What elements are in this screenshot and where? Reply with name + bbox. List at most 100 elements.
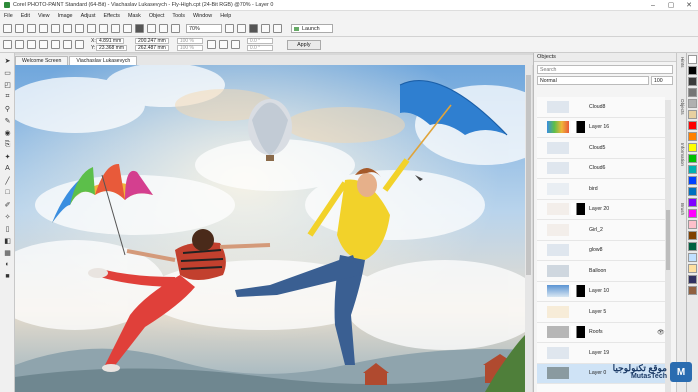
color-swatch[interactable] xyxy=(688,264,697,273)
mask-rectangle-icon[interactable]: ▭ xyxy=(3,68,12,77)
scrollbar-thumb[interactable] xyxy=(526,75,531,275)
apply-button[interactable]: Apply xyxy=(286,39,321,50)
layer-row[interactable]: glow8 xyxy=(537,241,665,261)
flip-vertical-icon[interactable] xyxy=(230,40,240,49)
rectangle-tool-icon[interactable]: □ xyxy=(3,188,12,197)
menu-edit[interactable]: Edit xyxy=(21,13,30,19)
fill-tool-icon[interactable]: ◧ xyxy=(3,236,12,245)
ellipse-mask-icon[interactable] xyxy=(15,40,24,49)
paste-icon[interactable] xyxy=(75,23,84,33)
menu-image[interactable]: Image xyxy=(58,13,73,19)
y-position-field[interactable]: 23.368 mm xyxy=(96,44,128,51)
color-swatch[interactable] xyxy=(688,275,697,284)
rulers-icon[interactable] xyxy=(273,23,282,33)
maximize-button[interactable]: ▢ xyxy=(662,0,680,11)
color-swatch[interactable] xyxy=(688,231,697,240)
rotate-icon[interactable] xyxy=(75,40,84,49)
crop-icon[interactable] xyxy=(159,23,168,33)
redo-icon[interactable] xyxy=(99,23,108,33)
menu-mask[interactable]: Mask xyxy=(128,13,141,19)
mask-transform-icon[interactable]: ◰ xyxy=(3,80,12,89)
mask-overlay-icon[interactable] xyxy=(249,23,258,33)
blend-mode-select[interactable]: Normal xyxy=(537,76,649,85)
color-replacer-icon[interactable]: ◐ xyxy=(3,260,12,269)
color-swatch[interactable] xyxy=(688,176,697,185)
color-swatch[interactable] xyxy=(688,286,697,295)
color-swatch-icon[interactable]: ■ xyxy=(3,272,12,281)
print-icon[interactable] xyxy=(39,23,48,33)
red-eye-icon[interactable]: ◉ xyxy=(3,128,12,137)
zoom-tool-icon[interactable]: ⚲ xyxy=(3,104,12,113)
color-swatch[interactable] xyxy=(688,143,697,152)
layer-row[interactable]: Layer 10 xyxy=(537,282,665,302)
layer-row[interactable]: Cloud5 xyxy=(537,138,665,159)
copy-icon[interactable] xyxy=(63,23,72,33)
objects-panel-scrollbar[interactable] xyxy=(665,100,671,392)
skew-icon[interactable] xyxy=(63,40,72,49)
color-swatch[interactable] xyxy=(688,187,697,196)
side-tab-information[interactable]: Information xyxy=(678,143,686,166)
import-icon[interactable] xyxy=(111,23,120,33)
side-tab-objects[interactable]: Objects xyxy=(678,99,686,115)
color-swatch[interactable] xyxy=(688,253,697,262)
width-percent-field[interactable]: 100 % xyxy=(176,37,203,44)
distort-icon[interactable] xyxy=(39,40,48,49)
side-tab-hints[interactable]: Hints xyxy=(678,57,686,67)
menu-view[interactable]: View xyxy=(38,13,50,19)
color-swatch[interactable] xyxy=(688,165,697,174)
visibility-eye-icon[interactable]: 👁 xyxy=(657,329,665,336)
color-swatch[interactable] xyxy=(688,66,697,75)
eyedropper-icon[interactable]: ✎ xyxy=(3,116,12,125)
menu-window[interactable]: Window xyxy=(193,13,212,19)
open-icon[interactable] xyxy=(15,23,24,33)
new-document-icon[interactable] xyxy=(3,23,12,33)
close-button[interactable]: ✕ xyxy=(680,0,698,11)
tab-welcome-screen[interactable]: Welcome Screen xyxy=(15,56,69,65)
color-swatch[interactable] xyxy=(688,220,697,229)
zoom-level-input[interactable]: 70% xyxy=(186,23,222,33)
mask-icon[interactable] xyxy=(135,23,144,33)
launch-button[interactable]: Launch xyxy=(291,23,333,33)
full-screen-icon[interactable] xyxy=(237,23,246,33)
layer-row[interactable]: Girl_2 xyxy=(537,220,665,241)
color-swatch[interactable] xyxy=(688,88,697,97)
lock-ratio-icon[interactable] xyxy=(206,40,216,49)
layer-row[interactable]: Layer 16 xyxy=(537,118,665,138)
image-canvas[interactable] xyxy=(15,65,525,392)
pick-tool-icon[interactable]: ➤ xyxy=(3,56,12,65)
clone-tool-icon[interactable]: ⎘ xyxy=(3,140,12,149)
fit-page-icon[interactable] xyxy=(225,23,234,33)
side-tab-brush[interactable]: Brush xyxy=(678,203,686,215)
layer-row[interactable]: Layer 5 xyxy=(537,302,665,323)
grid-icon[interactable] xyxy=(261,23,270,33)
height-field[interactable]: 262.487 mm xyxy=(135,44,169,51)
color-swatch[interactable] xyxy=(688,110,697,119)
undo-icon[interactable] xyxy=(87,23,96,33)
paint-tool-icon[interactable]: ✐ xyxy=(3,200,12,209)
menu-file[interactable]: File xyxy=(4,13,13,19)
transform-icon[interactable] xyxy=(27,40,36,49)
menu-object[interactable]: Object xyxy=(149,13,165,19)
flip-horizontal-icon[interactable] xyxy=(218,40,228,49)
height-percent-field[interactable]: 100 % xyxy=(176,44,203,51)
angle-field-2[interactable]: 0.0 ° xyxy=(246,44,273,51)
object-icon[interactable] xyxy=(147,23,156,33)
color-swatch[interactable] xyxy=(688,132,697,141)
layer-row[interactable]: Roofs 👁 xyxy=(537,323,665,343)
layer-row[interactable]: Cloud6 xyxy=(537,159,665,179)
add-icon[interactable] xyxy=(3,40,12,49)
save-icon[interactable] xyxy=(27,23,36,33)
layer-row[interactable]: bird xyxy=(537,179,665,200)
layer-row[interactable]: Cloud8 xyxy=(537,97,665,118)
color-swatch[interactable] xyxy=(688,209,697,218)
perspective-icon[interactable] xyxy=(51,40,60,49)
objects-scrollbar-thumb[interactable] xyxy=(666,210,670,270)
layer-row[interactable]: Layer 20 xyxy=(537,200,665,220)
color-swatch[interactable] xyxy=(688,99,697,108)
zoom-out-icon[interactable] xyxy=(171,23,180,33)
menu-effects[interactable]: Effects xyxy=(104,13,120,19)
layer-search-input[interactable]: Search xyxy=(537,65,673,74)
color-swatch[interactable] xyxy=(688,242,697,251)
eraser-icon[interactable]: ▯ xyxy=(3,224,12,233)
layer-row[interactable]: Balloon xyxy=(537,261,665,282)
